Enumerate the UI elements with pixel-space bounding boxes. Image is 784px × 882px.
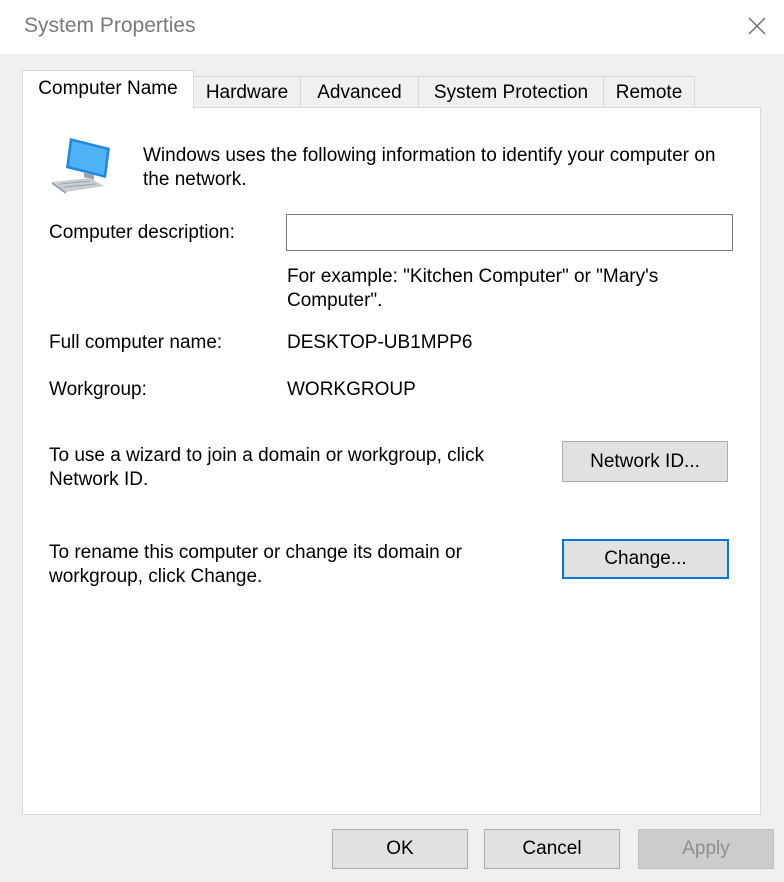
tab-remote[interactable]: Remote — [603, 76, 695, 107]
intro-text: Windows uses the following information t… — [143, 145, 716, 190]
example-hint: For example: "Kitchen Computer" or "Mary… — [287, 266, 659, 311]
close-button[interactable] — [730, 0, 784, 50]
network-id-instructions: To use a wizard to join a domain or work… — [49, 445, 485, 490]
computer-icon — [52, 138, 110, 194]
tab-computer-name[interactable]: Computer Name — [22, 70, 194, 109]
change-button[interactable]: Change... — [562, 539, 729, 579]
computer-name-panel: Windows uses the following information t… — [22, 107, 761, 815]
cancel-button[interactable]: Cancel — [484, 829, 620, 869]
computer-description-input[interactable] — [286, 214, 733, 251]
rename-instructions: To rename this computer or change its do… — [49, 542, 462, 587]
network-id-button[interactable]: Network ID... — [562, 441, 728, 482]
workgroup-label: Workgroup: — [49, 379, 147, 400]
ok-button[interactable]: OK — [332, 829, 468, 869]
full-computer-name-value: DESKTOP-UB1MPP6 — [287, 332, 473, 353]
tab-hardware[interactable]: Hardware — [193, 76, 301, 107]
system-properties-window: System Properties Computer Name Hardware… — [0, 0, 784, 882]
tab-system-protection[interactable]: System Protection — [418, 76, 604, 107]
window-title: System Properties — [24, 14, 196, 37]
tab-advanced[interactable]: Advanced — [300, 76, 419, 107]
title-bar: System Properties — [0, 0, 784, 54]
computer-description-label: Computer description: — [49, 222, 235, 243]
apply-button[interactable]: Apply — [638, 829, 774, 869]
workgroup-value: WORKGROUP — [287, 379, 416, 400]
full-computer-name-label: Full computer name: — [49, 332, 223, 353]
close-icon — [748, 17, 766, 35]
